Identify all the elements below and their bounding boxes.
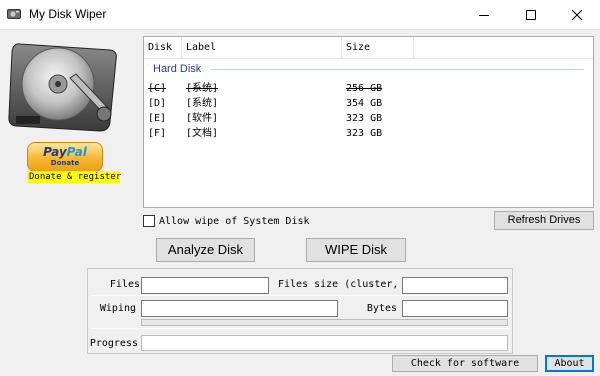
- group-divider: [210, 69, 584, 70]
- window-title: My Disk Wiper: [29, 7, 107, 21]
- drive-disk: [E]: [148, 113, 167, 124]
- drive-label: [软件]: [186, 113, 219, 124]
- wipe-disk-button[interactable]: WIPE Disk: [306, 238, 406, 262]
- drive-row-f[interactable]: [F] [文档] 323 GB: [144, 126, 444, 141]
- refresh-drives-button[interactable]: Refresh Drives: [494, 211, 594, 230]
- drive-label: [系统]: [186, 83, 219, 94]
- drive-disk: [C]: [148, 83, 167, 94]
- wiping-field: [141, 300, 338, 317]
- wiping-label: Wiping: [99, 303, 136, 314]
- about-button[interactable]: About: [545, 355, 594, 372]
- allow-system-wipe-label: Allow wipe of System Disk: [159, 215, 310, 227]
- maximize-button[interactable]: [508, 0, 554, 30]
- status-divider: [91, 328, 509, 329]
- allow-system-wipe-option[interactable]: Allow wipe of System Disk: [143, 214, 310, 228]
- drive-size: 323 GB: [346, 128, 383, 139]
- drive-row-c[interactable]: [C] [系统] 256 GB: [144, 81, 444, 96]
- column-disk[interactable]: Disk: [144, 37, 182, 59]
- drive-disk: [D]: [148, 98, 167, 109]
- maximize-icon: [526, 10, 536, 20]
- files-field: [141, 277, 269, 294]
- files-size-field: [402, 277, 508, 294]
- bytes-label: Bytes: [366, 303, 397, 314]
- app-icon: [7, 8, 21, 20]
- drive-list[interactable]: Disk Label Size Hard Disk [C] [系统] 256 G…: [143, 36, 594, 208]
- group-hard-disk: Hard Disk: [153, 63, 202, 75]
- minimize-icon: [479, 15, 489, 16]
- drive-row-e[interactable]: [E] [软件] 323 GB: [144, 111, 444, 126]
- wipe-progress-track: [141, 319, 508, 326]
- allow-system-wipe-checkbox[interactable]: [143, 215, 155, 227]
- drive-label: [文档]: [186, 128, 219, 139]
- close-button[interactable]: [554, 0, 600, 30]
- check-for-software-button[interactable]: Check for software: [392, 355, 538, 372]
- paypal-logo: PayPal: [43, 145, 87, 159]
- column-size[interactable]: Size: [342, 37, 414, 59]
- hard-disk-image: [8, 43, 117, 132]
- drive-row-d[interactable]: [D] [系统] 354 GB: [144, 96, 444, 111]
- paypal-donate-text: Donate: [50, 159, 80, 167]
- drive-size: 323 GB: [346, 113, 383, 124]
- status-divider: [91, 295, 509, 296]
- drive-list-header: Disk Label Size: [144, 37, 593, 59]
- donate-register-link[interactable]: Donate & register: [27, 171, 121, 183]
- drive-size: 354 GB: [346, 98, 383, 109]
- paypal-donate-button[interactable]: PayPal Donate: [27, 142, 103, 172]
- files-size-label: Files size (cluster,: [278, 279, 399, 290]
- title-bar: My Disk Wiper: [0, 0, 600, 30]
- column-label[interactable]: Label: [182, 37, 342, 59]
- close-icon: [572, 10, 582, 20]
- minimize-button[interactable]: [461, 0, 507, 30]
- progress-bar: [141, 335, 508, 351]
- analyze-disk-button[interactable]: Analyze Disk: [156, 238, 255, 262]
- bytes-field: [402, 300, 508, 317]
- status-panel: Files Files size (cluster, Wiping Bytes …: [87, 268, 513, 354]
- progress-label: Progress: [89, 338, 138, 349]
- drive-label: [系统]: [186, 98, 219, 109]
- files-label: Files: [109, 279, 140, 290]
- drive-size: 256 GB: [346, 83, 383, 94]
- drive-disk: [F]: [148, 128, 167, 139]
